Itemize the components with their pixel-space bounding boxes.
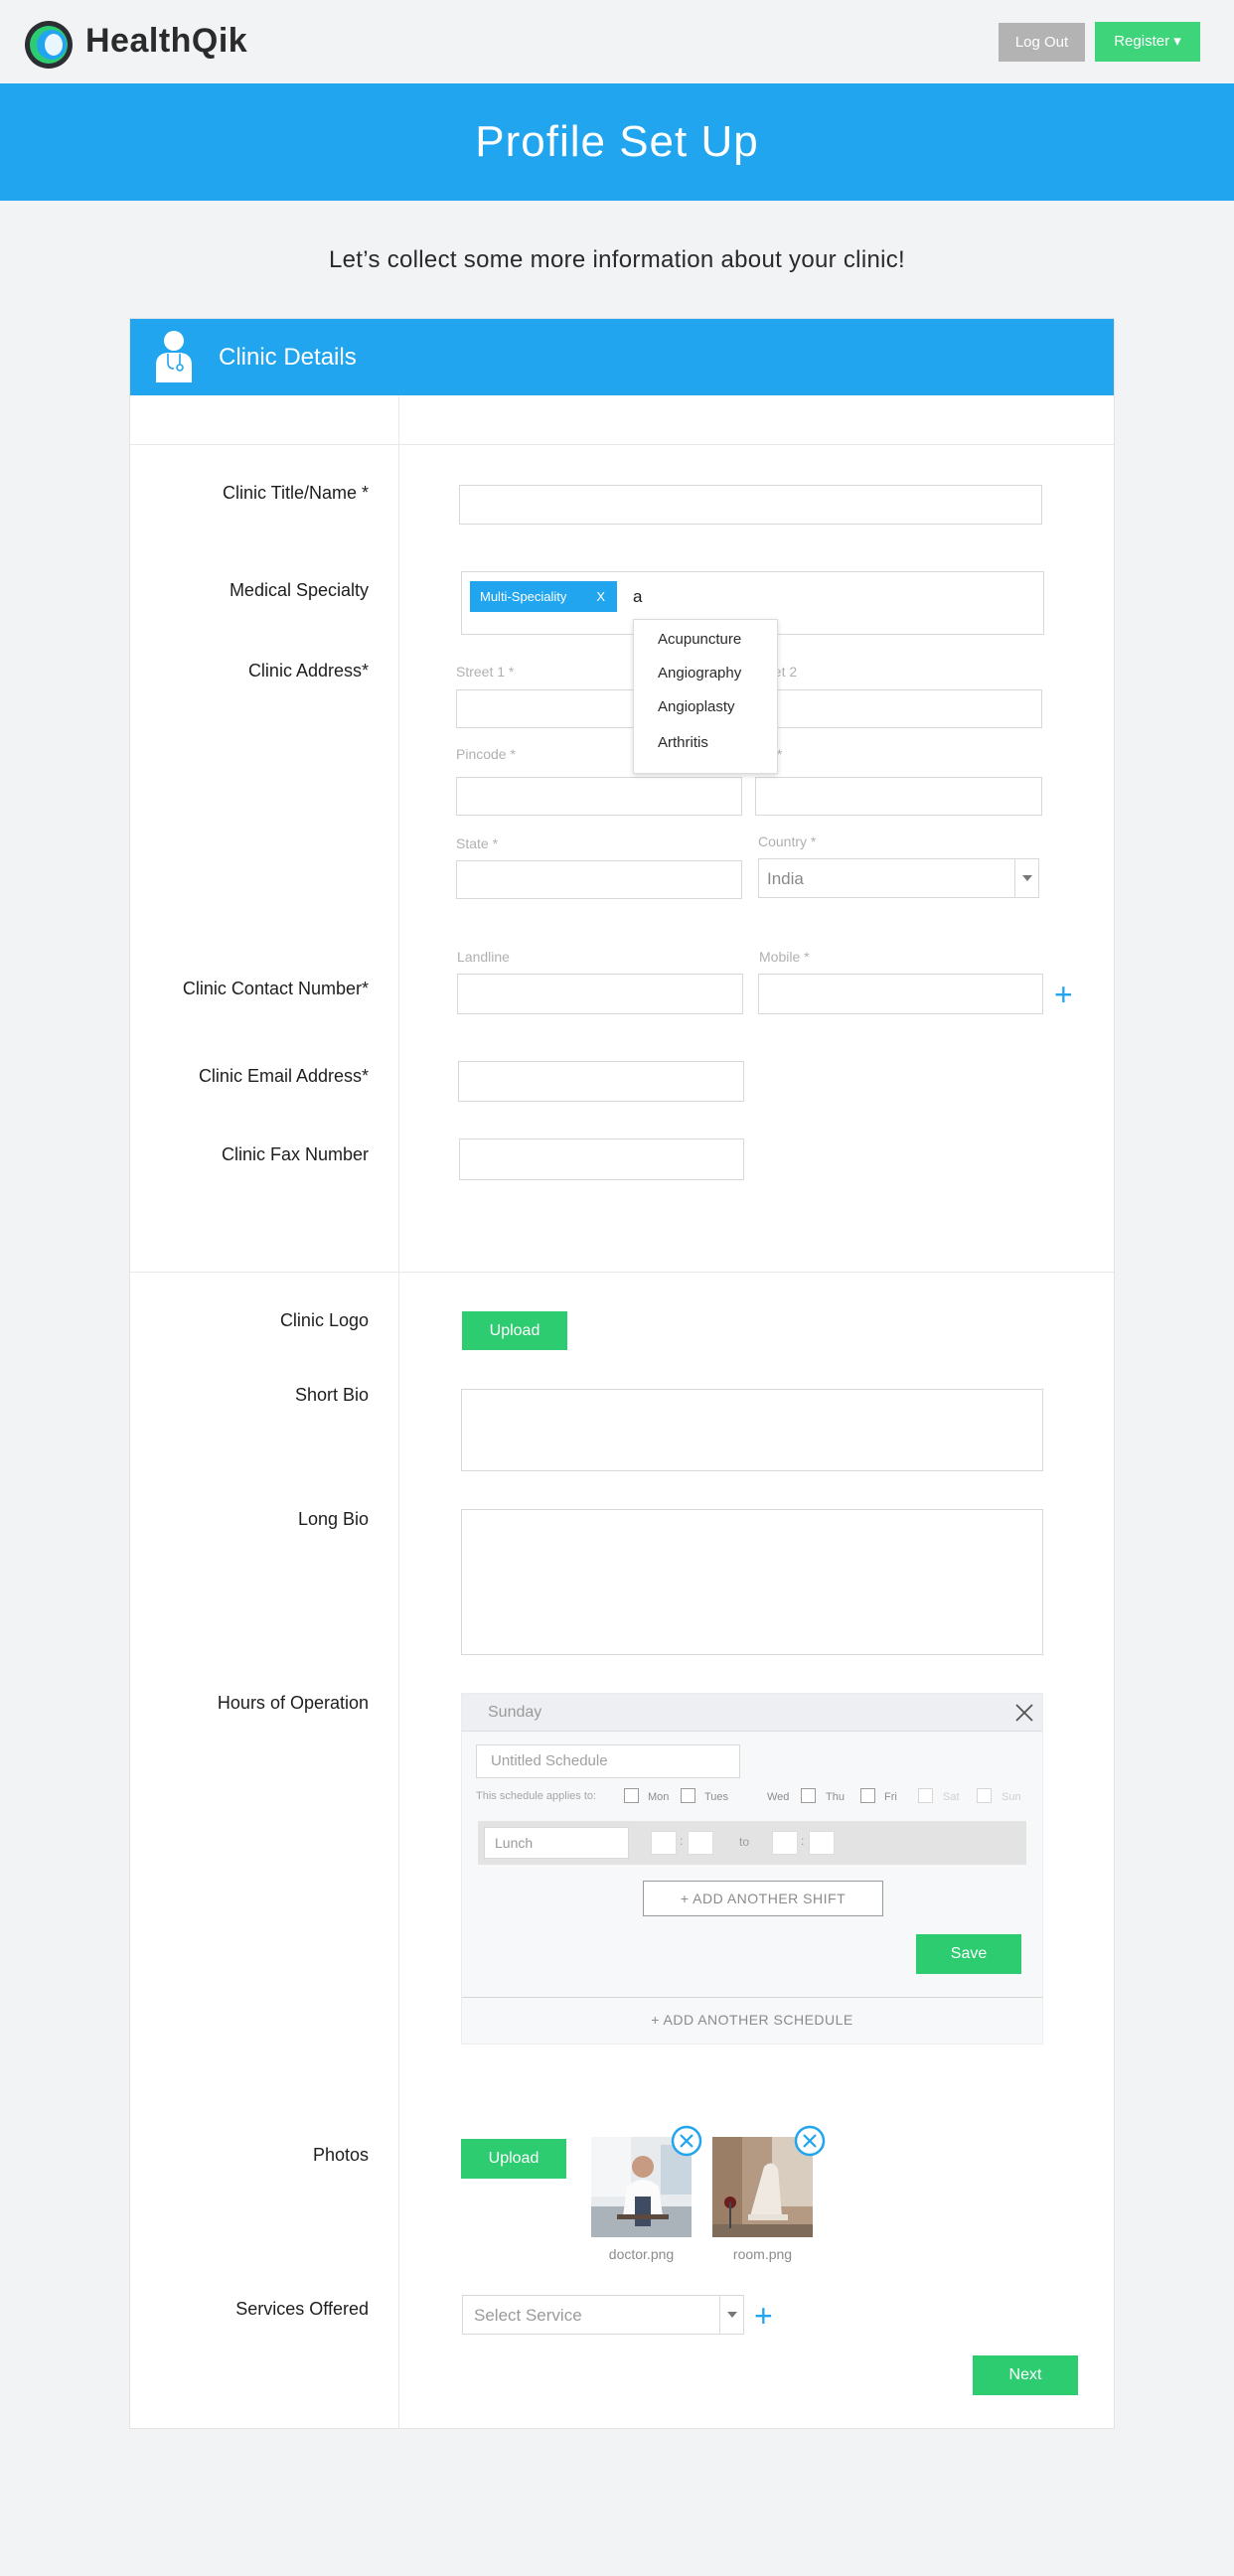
column-divider [398, 395, 399, 2429]
thu-label: Thu [826, 1791, 845, 1803]
mobile-input[interactable] [758, 974, 1043, 1014]
logout-button[interactable]: Log Out [999, 23, 1085, 62]
hours-label: Hours of Operation [217, 1693, 369, 1713]
suggestion-item[interactable]: Angiography [658, 665, 741, 682]
healthqik-logo-icon[interactable] [24, 20, 74, 70]
schedule-header: Sunday [462, 1694, 1042, 1732]
state-input[interactable] [456, 860, 742, 899]
suggestion-item[interactable]: Angioplasty [658, 698, 735, 715]
brand-name[interactable]: HealthQik [85, 22, 247, 61]
add-service-icon[interactable]: + [754, 2300, 773, 2332]
chevron-down-icon[interactable] [719, 2296, 743, 2334]
top-nav: HealthQik Log Out Register ▾ [0, 0, 1234, 83]
wed-checkbox[interactable] [801, 1788, 816, 1803]
long-bio-textarea[interactable] [461, 1509, 1043, 1655]
schedule-divider [462, 1997, 1042, 1998]
chevron-down-icon[interactable] [1014, 859, 1038, 897]
remove-photo-icon[interactable] [671, 2125, 702, 2157]
add-schedule-button[interactable]: + ADD ANOTHER SCHEDULE [462, 2012, 1042, 2028]
applies-to-label: This schedule applies to: [476, 1790, 597, 1802]
clinic-address-label: Clinic Address* [247, 661, 369, 681]
long-bio-label: Long Bio [297, 1509, 369, 1529]
clinic-details-card: Clinic Details Clinic Title/Name * Medic… [129, 318, 1115, 2429]
add-shift-button[interactable]: + ADD ANOTHER SHIFT [643, 1881, 883, 1916]
medical-specialty-label: Medical Specialty [229, 580, 369, 600]
specialty-suggestions-dropdown: Acupuncture Angiography Angioplasty Arth… [633, 619, 778, 774]
tues-checkbox[interactable] [681, 1788, 695, 1803]
sat-label: Sat [943, 1791, 960, 1803]
country-value: India [767, 869, 804, 888]
street2-input[interactable] [756, 689, 1042, 728]
wed-label: Wed [767, 1791, 790, 1803]
suggestion-item[interactable]: Arthritis [658, 734, 708, 751]
tues-label: Tues [704, 1791, 729, 1803]
photos-label: Photos [312, 2145, 369, 2165]
country-select[interactable]: India [758, 858, 1039, 898]
schedule-day: Sunday [488, 1704, 542, 1721]
labels-column: Clinic Title/Name * Medical Specialty Cl… [130, 319, 369, 2428]
sun-checkbox[interactable] [977, 1788, 992, 1803]
end-hour-input[interactable] [772, 1831, 798, 1855]
hero-banner: Profile Set Up [0, 83, 1234, 201]
fax-input[interactable] [459, 1138, 744, 1180]
shift-row: Lunch : to : [478, 1821, 1026, 1865]
register-button[interactable]: Register ▾ [1095, 22, 1200, 62]
short-bio-label: Short Bio [294, 1385, 369, 1405]
shift-name-input[interactable]: Lunch [484, 1827, 629, 1859]
short-bio-textarea[interactable] [461, 1389, 1043, 1471]
time-separator: : [801, 1834, 805, 1848]
services-select[interactable]: Select Service [462, 2295, 744, 2335]
schedule-save-button[interactable]: Save [916, 1934, 1021, 1974]
specialty-tag-label: Multi-Speciality [480, 589, 567, 604]
time-separator: : [680, 1834, 684, 1848]
mobile-label: Mobile * [759, 949, 810, 965]
photo-caption: room.png [732, 2246, 793, 2262]
close-icon[interactable] [1015, 1704, 1033, 1722]
email-label: Clinic Email Address* [198, 1066, 369, 1086]
to-label: to [739, 1835, 750, 1849]
clinic-logo-label: Clinic Logo [279, 1310, 369, 1330]
page-subtitle: Let’s collect some more information abou… [328, 246, 905, 273]
thu-checkbox[interactable] [860, 1788, 875, 1803]
schedule-name-input[interactable]: Untitled Schedule [476, 1744, 740, 1778]
city-input[interactable] [755, 777, 1042, 816]
clinic-name-label: Clinic Title/Name * [222, 483, 369, 503]
country-label: Country * [758, 833, 817, 849]
contact-number-label: Clinic Contact Number* [182, 979, 369, 998]
suggestion-item[interactable]: Acupuncture [658, 631, 741, 648]
fri-label: Fri [884, 1791, 897, 1803]
landline-label: Landline [457, 949, 510, 965]
landline-input[interactable] [457, 974, 743, 1014]
street1-label: Street 1 * [456, 664, 515, 680]
remove-tag-icon[interactable]: X [596, 581, 605, 612]
specialty-tag[interactable]: Multi-Speciality X [470, 581, 617, 612]
page-title: Profile Set Up [475, 117, 759, 166]
email-input[interactable] [458, 1061, 744, 1102]
add-number-icon[interactable]: + [1054, 979, 1073, 1010]
photo-caption: doctor.png [608, 2246, 675, 2262]
schedule-widget: Sunday Untitled Schedule This schedule a… [461, 1693, 1043, 2045]
pincode-label: Pincode * [456, 746, 516, 762]
end-minute-input[interactable] [809, 1831, 835, 1855]
services-label: Services Offered [235, 2299, 369, 2319]
pincode-input[interactable] [456, 777, 742, 816]
fax-label: Clinic Fax Number [221, 1144, 369, 1164]
clinic-name-input[interactable] [459, 485, 1042, 525]
photos-upload-button[interactable]: Upload [461, 2139, 566, 2179]
logo-upload-button[interactable]: Upload [462, 1311, 567, 1350]
mon-checkbox[interactable] [624, 1788, 639, 1803]
services-placeholder: Select Service [474, 2306, 582, 2325]
state-label: State * [456, 835, 499, 851]
start-hour-input[interactable] [651, 1831, 677, 1855]
sun-label: Sun [1002, 1791, 1021, 1803]
remove-photo-icon[interactable] [794, 2125, 826, 2157]
sat-checkbox[interactable] [918, 1788, 933, 1803]
specialty-typed-text: a [633, 587, 643, 606]
mon-label: Mon [648, 1791, 670, 1803]
start-minute-input[interactable] [688, 1831, 713, 1855]
next-button[interactable]: Next [973, 2355, 1078, 2395]
